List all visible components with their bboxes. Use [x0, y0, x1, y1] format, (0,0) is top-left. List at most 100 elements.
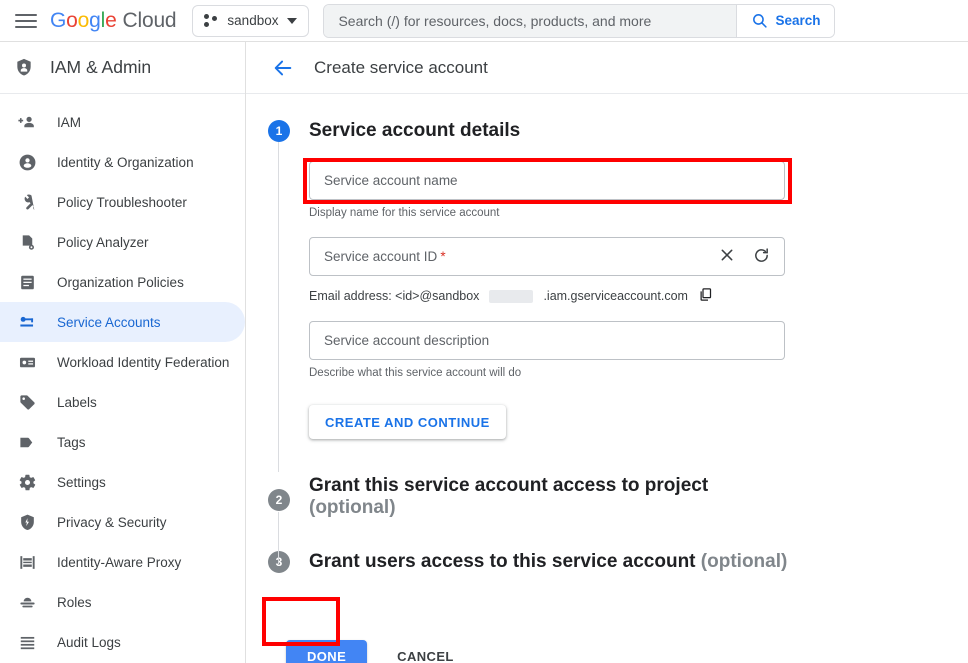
logo-letter: g [89, 8, 101, 32]
sidebar-item-label: Roles [57, 594, 92, 610]
hamburger-menu-icon[interactable] [12, 7, 40, 35]
wrench-icon [17, 192, 37, 212]
sidebar-item-label: Policy Troubleshooter [57, 194, 187, 210]
service-account-description-hint: Describe what this service account will … [309, 367, 522, 379]
service-account-name-hint: Display name for this service account [309, 207, 500, 219]
sidebar-item-label: Settings [57, 474, 106, 490]
document-analyze-icon [17, 232, 37, 252]
gcp-console-window: Google Cloud sandbox Search (/) for reso… [0, 0, 968, 663]
step-3-badge: 3 [268, 551, 290, 573]
sidebar-item-label: IAM [57, 114, 82, 130]
project-selector[interactable]: sandbox [192, 4, 310, 37]
sidebar-item-identity-organization[interactable]: Identity & Organization [0, 142, 245, 182]
sidebar-item-settings[interactable]: Settings [0, 462, 245, 502]
sidebar-nav: IAM Identity & Organization Policy Troub… [0, 94, 245, 662]
page-header: Create service account [246, 42, 968, 94]
roles-hat-icon [17, 592, 37, 612]
top-bar: Google Cloud sandbox Search (/) for reso… [0, 0, 968, 42]
sidebar-item-identity-aware-proxy[interactable]: Identity-Aware Proxy [0, 542, 245, 582]
sidebar-item-policy-troubleshooter[interactable]: Policy Troubleshooter [0, 182, 245, 222]
google-cloud-logo[interactable]: Google Cloud [50, 8, 177, 33]
sidebar-item-tags[interactable]: Tags [0, 422, 245, 462]
step-connector [278, 142, 279, 472]
main-content: Create service account 1 Service account… [246, 42, 968, 663]
logo-letter: G [50, 8, 67, 32]
sidebar-item-label: Audit Logs [57, 634, 121, 650]
logo-letter: o [66, 8, 78, 32]
sidebar-item-policy-analyzer[interactable]: Policy Analyzer [0, 222, 245, 262]
step-1-body: Service account name Display name for th… [309, 142, 968, 439]
logo-letter: e [105, 8, 117, 32]
sidebar-title: IAM & Admin [50, 57, 152, 77]
sidebar-header: IAM & Admin [0, 42, 245, 94]
step-2-optional: (optional) [309, 497, 396, 518]
sidebar-item-iam[interactable]: IAM [0, 102, 245, 142]
arrow-tag-icon [17, 432, 37, 452]
gear-icon [17, 472, 37, 492]
copy-icon[interactable] [698, 287, 713, 305]
sidebar-item-labels[interactable]: Labels [0, 382, 245, 422]
sidebar-item-service-accounts[interactable]: Service Accounts [0, 302, 245, 342]
page-title: Create service account [314, 57, 488, 77]
tag-icon [17, 392, 37, 412]
search-bar[interactable]: Search (/) for resources, docs, products… [323, 3, 836, 38]
back-arrow-icon[interactable] [272, 57, 294, 79]
sidebar-item-label: Service Accounts [57, 314, 161, 330]
step-1-title: Service account details [309, 120, 521, 141]
shield-person-icon [14, 58, 34, 78]
refresh-icon[interactable] [753, 247, 770, 267]
sidebar-item-privacy-security[interactable]: Privacy & Security [0, 502, 245, 542]
sidebar-item-label: Organization Policies [57, 274, 184, 290]
step-connector [278, 512, 279, 564]
sidebar-item-roles[interactable]: Roles [0, 582, 245, 622]
required-asterisk: * [440, 249, 446, 264]
search-button-label: Search [775, 13, 821, 28]
step-3-optional: (optional) [700, 551, 788, 572]
person-add-icon [17, 112, 37, 132]
shield-icon [17, 512, 37, 532]
step-2-title: Grant this service account access to pro… [309, 475, 709, 518]
cancel-button[interactable]: CANCEL [389, 640, 462, 663]
service-account-name-placeholder: Service account name [324, 173, 458, 188]
sidebar-item-label: Labels [57, 394, 97, 410]
service-account-name-field[interactable]: Service account name [309, 161, 785, 200]
step-2-badge: 2 [268, 489, 290, 511]
sidebar-item-label: Tags [57, 434, 86, 450]
service-account-id-field[interactable]: Service account ID * [309, 237, 785, 276]
email-address-row: Email address: <id>@sandbox .iam.gservice… [309, 287, 968, 305]
project-name: sandbox [227, 13, 279, 28]
create-and-continue-button[interactable]: CREATE AND CONTINUE [309, 405, 506, 439]
sidebar-item-label: Privacy & Security [57, 514, 167, 530]
form-actions: DONE CANCEL [286, 640, 462, 663]
step-1-badge: 1 [268, 120, 290, 142]
account-circle-icon [17, 152, 37, 172]
sidebar-item-workload-identity-federation[interactable]: Workload Identity Federation [0, 342, 245, 382]
create-service-account-form: 1 Service account details Service accoun… [246, 94, 968, 573]
sidebar-item-label: Policy Analyzer [57, 234, 149, 250]
proxy-icon [17, 552, 37, 572]
logo-letter: o [77, 8, 90, 32]
search-button[interactable]: Search [736, 4, 835, 37]
done-button[interactable]: DONE [286, 640, 368, 663]
sidebar: IAM & Admin IAM Identity & Organization … [0, 42, 246, 663]
sidebar-item-label: Identity & Organization [57, 154, 194, 170]
service-account-id-placeholder: Service account ID * [324, 249, 446, 264]
step-3-title: Grant users access to this service accou… [309, 551, 788, 572]
search-input[interactable]: Search (/) for resources, docs, products… [324, 4, 737, 37]
sidebar-item-label: Workload Identity Federation [57, 354, 230, 370]
logo-cloud-word: Cloud [122, 8, 177, 32]
email-prefix: Email address: <id>@sandbox [309, 289, 480, 303]
project-dots-icon [204, 13, 218, 28]
key-card-icon [17, 312, 37, 332]
close-x-icon[interactable] [719, 247, 735, 266]
list-document-icon [17, 272, 37, 292]
sidebar-item-label: Identity-Aware Proxy [57, 554, 182, 570]
step-2-header[interactable]: 2 Grant this service account access to p… [268, 475, 968, 519]
service-account-description-field[interactable]: Service account description [309, 321, 785, 360]
sidebar-item-audit-logs[interactable]: Audit Logs [0, 622, 245, 662]
chevron-down-icon [287, 17, 298, 24]
email-suffix: .iam.gserviceaccount.com [543, 289, 688, 303]
step-3-header[interactable]: 3 Grant users access to this service acc… [268, 551, 968, 573]
sidebar-item-organization-policies[interactable]: Organization Policies [0, 262, 245, 302]
redacted-project-id [489, 289, 534, 303]
